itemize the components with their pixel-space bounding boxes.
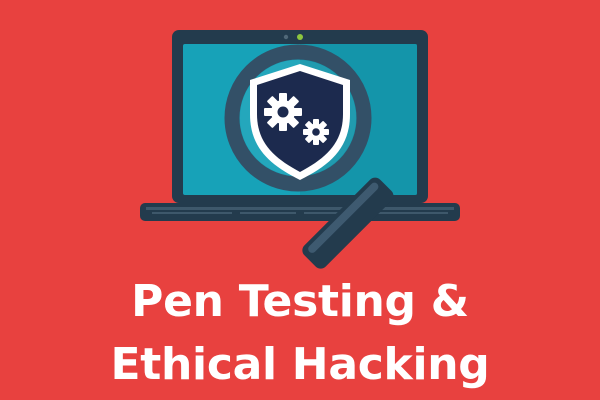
camera-dot: [283, 34, 289, 40]
keyboard-strip: [240, 212, 296, 214]
keyboard-strip: [368, 212, 448, 214]
keyboard-strip: [146, 207, 454, 210]
banner: Pen Testing & Ethical Hacking: [0, 0, 600, 400]
headline-line-1: Pen Testing &: [131, 276, 469, 327]
gear-large-icon: [264, 93, 302, 131]
gear-small-icon: [303, 119, 329, 145]
headline-line-2: Ethical Hacking: [110, 339, 490, 390]
camera-led: [297, 34, 303, 40]
keyboard-strip: [152, 212, 232, 214]
